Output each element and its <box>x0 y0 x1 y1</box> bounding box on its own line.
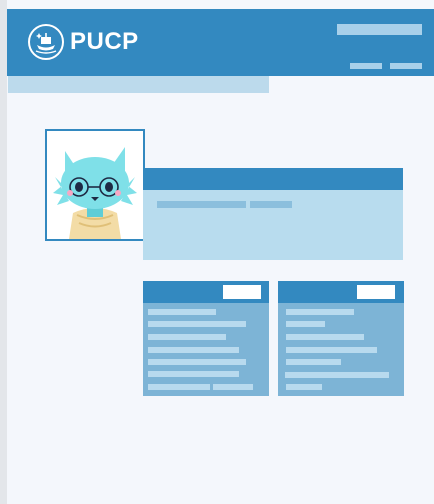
card-text-line <box>213 384 253 390</box>
header-nav-bar[interactable] <box>337 24 422 35</box>
card-text-line <box>286 334 364 340</box>
card-text-line <box>286 359 341 365</box>
card-text-line <box>286 347 377 353</box>
card-header <box>278 281 404 303</box>
profile-panel-header <box>143 168 403 190</box>
info-card-left <box>143 281 269 396</box>
profile-detail-placeholder <box>250 201 292 208</box>
card-text-line <box>148 334 226 340</box>
card-action-button[interactable] <box>223 285 261 299</box>
card-text-line <box>148 359 246 365</box>
card-header <box>143 281 269 303</box>
avatar <box>45 129 145 241</box>
card-action-button[interactable] <box>357 285 395 299</box>
card-text-line <box>148 321 246 327</box>
card-text-line <box>286 321 325 327</box>
breadcrumb-bar <box>8 76 269 93</box>
info-card-right <box>278 281 404 396</box>
card-text-line <box>148 371 239 377</box>
card-text-line <box>286 384 322 390</box>
header-link[interactable] <box>390 63 422 69</box>
logo-text: PUCP <box>70 28 139 55</box>
header-link[interactable] <box>350 63 382 69</box>
card-text-line <box>286 309 354 315</box>
card-text-line <box>285 372 389 378</box>
profile-panel <box>143 168 403 260</box>
site-header: PUCP <box>7 9 434 76</box>
ship-icon <box>28 24 64 60</box>
card-text-line <box>148 309 216 315</box>
profile-name-placeholder <box>157 201 246 208</box>
card-text-line <box>148 347 239 353</box>
pucp-logo[interactable]: PUCP <box>28 24 139 60</box>
left-edge <box>0 0 7 504</box>
card-text-line <box>148 384 210 390</box>
cat-avatar-illustration <box>53 147 137 239</box>
